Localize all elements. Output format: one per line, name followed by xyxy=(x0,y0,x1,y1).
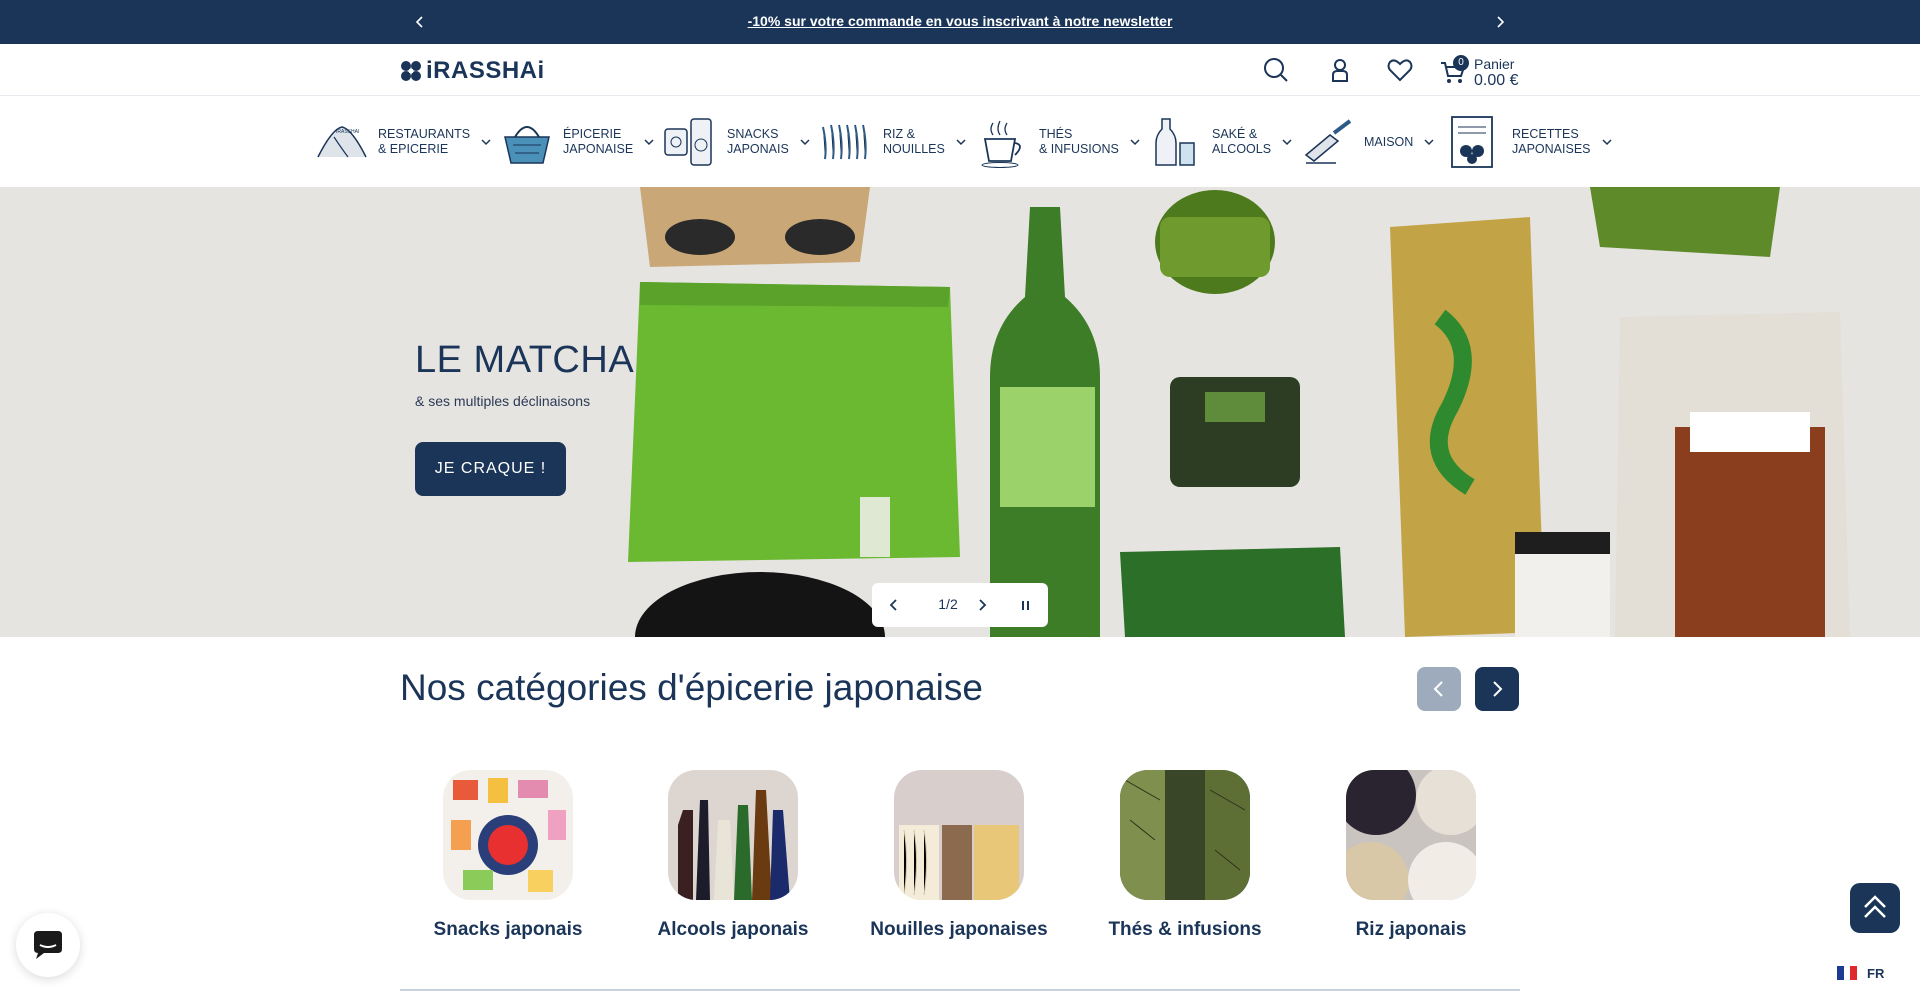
logo[interactable]: iRASSHAi xyxy=(400,57,545,84)
category-card-nouilles[interactable]: Nouilles japonaises xyxy=(854,770,1064,941)
hero-cta-button[interactable]: JE CRAQUE ! xyxy=(415,442,566,496)
chevron-down-icon xyxy=(1130,139,1140,146)
announcement-next-button[interactable] xyxy=(1490,12,1510,32)
nav-item-riz-nouilles[interactable]: RIZ & NOUILLES xyxy=(819,114,967,170)
announcement-link[interactable]: -10% sur votre commande en vous inscriva… xyxy=(0,13,1920,29)
category-name: Thés & infusions xyxy=(1108,919,1262,940)
chevron-right-icon xyxy=(1493,681,1503,697)
nav-label: RECETTES JAPONAISES xyxy=(1512,127,1591,156)
hero-product-image xyxy=(0,187,1920,637)
categories-prev-button[interactable] xyxy=(1417,667,1461,711)
cart-amount: 0.00 € xyxy=(1474,72,1519,89)
slide-prev-icon[interactable] xyxy=(884,595,904,615)
chevron-down-icon xyxy=(956,139,966,146)
nav-label: MAISON xyxy=(1364,134,1414,149)
search-icon[interactable] xyxy=(1262,56,1290,84)
chevron-down-icon xyxy=(1424,139,1434,146)
nav-item-epicerie-japonaise[interactable]: ÉPICERIE JAPONAISE xyxy=(499,114,655,170)
basket-icon xyxy=(504,126,550,164)
pause-icon[interactable] xyxy=(1016,595,1036,615)
nav-label: SAKÉ & ALCOOLS xyxy=(1212,127,1272,156)
categories-title: Nos catégories d'épicerie japonaise xyxy=(400,667,983,708)
hero-subtitle: & ses multiples déclinaisons xyxy=(415,393,591,409)
cart-label: Panier xyxy=(1474,56,1515,72)
chevron-down-icon xyxy=(800,139,810,146)
france-flag-icon xyxy=(1837,966,1858,980)
category-card-thes[interactable]: Thés & infusions xyxy=(1080,770,1290,941)
nav-item-maison[interactable]: MAISON xyxy=(1300,114,1435,170)
chevron-left-icon xyxy=(1433,681,1443,697)
nav-item-restaurants-epicerie[interactable]: IRASSHAI RESTAURANTS & EPICERIE xyxy=(314,114,492,170)
snacks-icon xyxy=(664,118,712,166)
wishlist-heart-icon[interactable] xyxy=(1386,56,1414,84)
category-image-thes xyxy=(1120,770,1250,900)
category-card-snacks[interactable]: Snacks japonais xyxy=(403,770,613,941)
slider-controls: 1/2 xyxy=(872,583,1048,627)
category-image-riz xyxy=(1333,755,1486,918)
chevron-down-icon xyxy=(1601,139,1612,146)
slide-counter: 1/2 xyxy=(938,596,958,612)
chevron-down-icon xyxy=(481,139,491,146)
hero-title: LE MATCHA xyxy=(415,339,635,381)
nav-item-thes-infusions[interactable]: THÉS & INFUSIONS xyxy=(975,114,1141,170)
back-to-top-button[interactable] xyxy=(1850,883,1900,933)
nav-item-recettes-japonaises[interactable]: RECETTES JAPONAISES xyxy=(1448,114,1613,170)
category-image-snacks xyxy=(443,770,573,900)
sake-bottle-icon xyxy=(1155,118,1195,166)
nav-label: RIZ & NOUILLES xyxy=(883,127,945,156)
noodles-icon xyxy=(822,124,867,160)
chevron-down-icon xyxy=(644,139,654,146)
logo-mark-icon xyxy=(401,61,421,81)
slide-next-icon[interactable] xyxy=(972,595,992,615)
logo-text: iRASSHAi xyxy=(426,57,545,84)
cart-button[interactable]: 0 Panier 0.00 € xyxy=(1440,53,1530,89)
restaurant-icon: IRASSHAI xyxy=(317,126,367,158)
category-name: Alcools japonais xyxy=(657,919,809,940)
category-name: Riz japonais xyxy=(1355,919,1467,940)
nav-item-sake-alcools[interactable]: SAKÉ & ALCOOLS xyxy=(1148,114,1293,170)
double-chevron-up-icon xyxy=(1864,895,1886,918)
section-divider xyxy=(400,989,1520,991)
chat-launcher-button[interactable] xyxy=(16,913,80,977)
nav-label: ÉPICERIE JAPONAISE xyxy=(563,127,634,156)
chevron-right-icon xyxy=(1497,16,1505,28)
chat-bubble-icon xyxy=(34,931,62,959)
chevron-down-icon xyxy=(1282,139,1292,146)
announcement-bar: -10% sur votre commande en vous inscriva… xyxy=(0,0,1920,44)
language-selector[interactable]: FR xyxy=(1837,963,1897,983)
knife-icon xyxy=(1304,119,1352,164)
account-icon[interactable] xyxy=(1326,56,1354,84)
category-image-alcools xyxy=(668,770,798,900)
svg-text:IRASSHAI: IRASSHAI xyxy=(336,129,359,135)
category-image-nouilles xyxy=(894,770,1024,900)
tea-cup-icon xyxy=(981,120,1021,168)
language-code: FR xyxy=(1867,965,1885,981)
nav-label: RESTAURANTS & EPICERIE xyxy=(378,127,471,156)
category-card-alcools[interactable]: Alcools japonais xyxy=(628,770,838,941)
hero-banner: LE MATCHA & ses multiples déclinaisons J… xyxy=(0,187,1920,637)
category-card-riz[interactable]: Riz japonais xyxy=(1306,755,1516,941)
cart-count-badge: 0 xyxy=(1453,55,1469,71)
nav-item-snacks-japonais[interactable]: SNACKS JAPONAIS xyxy=(663,114,811,170)
category-name: Nouilles japonaises xyxy=(870,919,1048,940)
nav-label: THÉS & INFUSIONS xyxy=(1039,127,1119,156)
nav-label: SNACKS JAPONAIS xyxy=(727,127,789,156)
category-name: Snacks japonais xyxy=(433,919,583,940)
main-navigation: IRASSHAI RESTAURANTS & EPICERIE ÉPICERIE… xyxy=(0,96,1920,187)
categories-next-button[interactable] xyxy=(1475,667,1519,711)
recipe-icon xyxy=(1451,116,1493,168)
site-header: iRASSHAi 0 Panier 0.00 € xyxy=(0,44,1920,96)
